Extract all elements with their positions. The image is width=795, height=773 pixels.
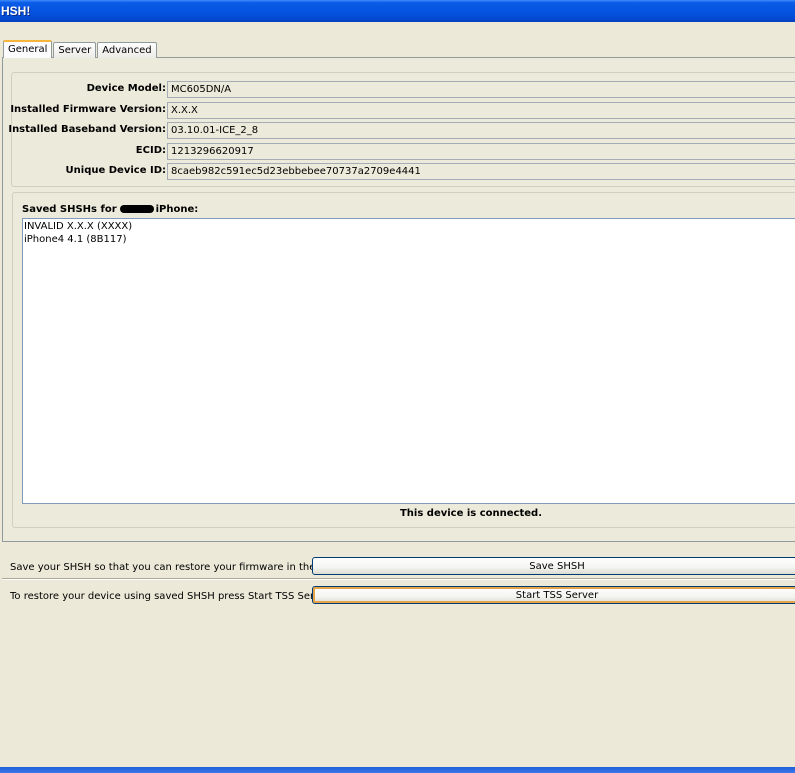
save-shsh-button[interactable]: Save SHSH: [312, 557, 795, 575]
udid-label: Unique Device ID:: [65, 165, 166, 176]
window-title: HSH!: [1, 4, 31, 18]
udid-field[interactable]: 8caeb982c591ec5d23ebbebee70737a2709e4441: [167, 163, 795, 180]
window-title-bar[interactable]: HSH!: [0, 0, 795, 22]
baseband-version-label: Installed Baseband Version:: [8, 124, 166, 135]
tab-strip: General Server Advanced: [3, 40, 158, 58]
udid-row: Unique Device ID: 8caeb982c591ec5d23ebbe…: [12, 163, 795, 180]
firmware-version-label: Installed Firmware Version:: [10, 104, 166, 115]
redacted-name-mark: [119, 205, 154, 213]
save-shsh-description: Save your SHSH so that you can restore y…: [10, 562, 352, 573]
saved-shsh-list[interactable]: INVALID X.X.X (XXXX) iPhone4 4.1 (8B117): [22, 218, 795, 504]
list-item[interactable]: iPhone4 4.1 (8B117): [24, 234, 795, 247]
tab-server[interactable]: Server: [53, 42, 97, 58]
start-tss-server-button[interactable]: Start TSS Server: [312, 586, 795, 604]
tab-advanced[interactable]: Advanced: [97, 42, 157, 58]
saved-shsh-title-suffix: iPhone:: [155, 204, 199, 215]
tab-general[interactable]: General: [3, 40, 53, 58]
list-item[interactable]: INVALID X.X.X (XXXX): [24, 221, 795, 234]
device-model-label: Device Model:: [86, 83, 166, 94]
connection-status: This device is connected.: [399, 508, 542, 519]
firmware-version-field[interactable]: X.X.X: [167, 102, 795, 119]
device-model-row: Device Model: MC605DN/A: [12, 81, 795, 98]
baseband-version-field[interactable]: 03.10.01-ICE_2_8: [167, 122, 795, 139]
baseband-version-row: Installed Baseband Version: 03.10.01-ICE…: [8, 122, 795, 139]
device-model-field[interactable]: MC605DN/A: [167, 81, 795, 98]
saved-shsh-title: Saved SHSHs for iPhone:: [22, 204, 198, 215]
saved-shsh-title-prefix: Saved SHSHs for: [22, 204, 117, 215]
device-info-group: Device Model: MC605DN/A Installed Firmwa…: [8, 72, 795, 187]
window-bottom-frame: [0, 767, 795, 773]
saved-shsh-group: Saved SHSHs for iPhone: INVALID X.X.X (XX…: [12, 192, 795, 528]
firmware-version-row: Installed Firmware Version: X.X.X: [10, 102, 795, 119]
ecid-label: ECID:: [135, 145, 166, 156]
tss-server-description: To restore your device using saved SHSH …: [10, 591, 331, 602]
action-divider: [2, 578, 795, 580]
ecid-field[interactable]: 1213296620917: [167, 143, 795, 160]
ecid-row: ECID: 1213296620917: [12, 143, 795, 160]
